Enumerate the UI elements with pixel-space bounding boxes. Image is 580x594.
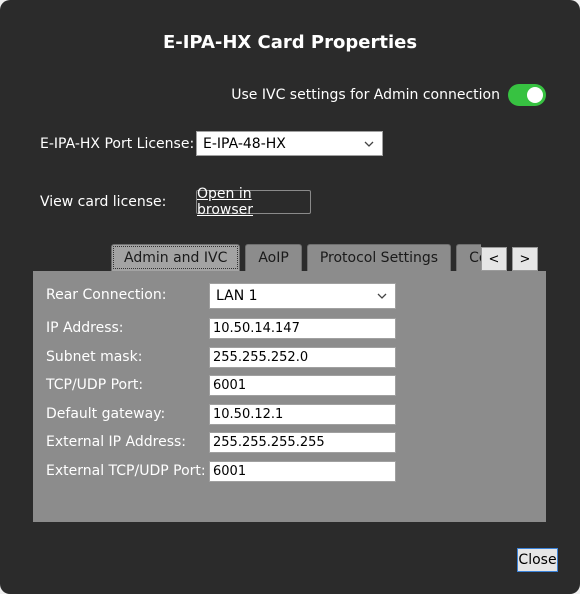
ivc-settings-label: Use IVC settings for Admin connection	[231, 87, 500, 103]
tcp-udp-port-input[interactable]: 6001	[209, 375, 396, 396]
default-gateway-label: Default gateway:	[46, 406, 166, 422]
dialog-title: E-IPA-HX Card Properties	[162, 32, 418, 53]
port-license-label: E-IPA-HX Port License:	[40, 136, 195, 152]
admin-ivc-panel: Rear Connection: LAN 1 IP Address: 10.50…	[33, 271, 546, 522]
external-port-label: External TCP/UDP Port:	[46, 463, 206, 479]
tab-admin-and-ivc[interactable]: Admin and IVC	[111, 244, 241, 271]
close-button[interactable]: Close	[517, 548, 558, 572]
tab-protocol-settings[interactable]: Protocol Settings	[306, 244, 452, 271]
subnet-mask-label: Subnet mask:	[46, 349, 143, 365]
tab-scroll-right-button[interactable]: >	[512, 247, 538, 271]
card-license-label: View card license:	[40, 194, 167, 210]
port-license-select[interactable]: E-IPA-48-HX	[196, 131, 383, 156]
tab-aoip[interactable]: AoIP	[245, 244, 302, 271]
rear-connection-label: Rear Connection:	[46, 287, 167, 303]
external-ip-label: External IP Address:	[46, 434, 187, 450]
external-ip-input[interactable]: 255.255.255.255	[209, 432, 396, 453]
tab-scroll-left-button[interactable]: <	[481, 247, 507, 271]
ivc-settings-row: Use IVC settings for Admin connection	[231, 84, 546, 106]
subnet-mask-input[interactable]: 255.255.252.0	[209, 347, 396, 368]
chevron-down-icon	[377, 293, 387, 299]
tab-strip: Admin and IVC AoIP Protocol Settings Co	[111, 244, 481, 271]
default-gateway-input[interactable]: 10.50.12.1	[209, 404, 396, 425]
tab-co[interactable]: Co	[456, 244, 481, 271]
toggle-knob	[527, 87, 543, 103]
port-license-value: E-IPA-48-HX	[203, 135, 286, 152]
external-port-input[interactable]: 6001	[209, 461, 396, 482]
ivc-settings-toggle[interactable]	[508, 84, 546, 106]
rear-connection-value: LAN 1	[216, 288, 258, 304]
chevron-down-icon	[364, 141, 374, 147]
tcp-udp-port-label: TCP/UDP Port:	[46, 377, 144, 393]
rear-connection-select[interactable]: LAN 1	[209, 283, 396, 309]
ip-address-input[interactable]: 10.50.14.147	[209, 318, 396, 339]
card-properties-dialog: E-IPA-HX Card Properties Use IVC setting…	[0, 0, 580, 594]
open-in-browser-button[interactable]: Open in browser	[196, 186, 311, 218]
ip-address-label: IP Address:	[46, 320, 124, 336]
